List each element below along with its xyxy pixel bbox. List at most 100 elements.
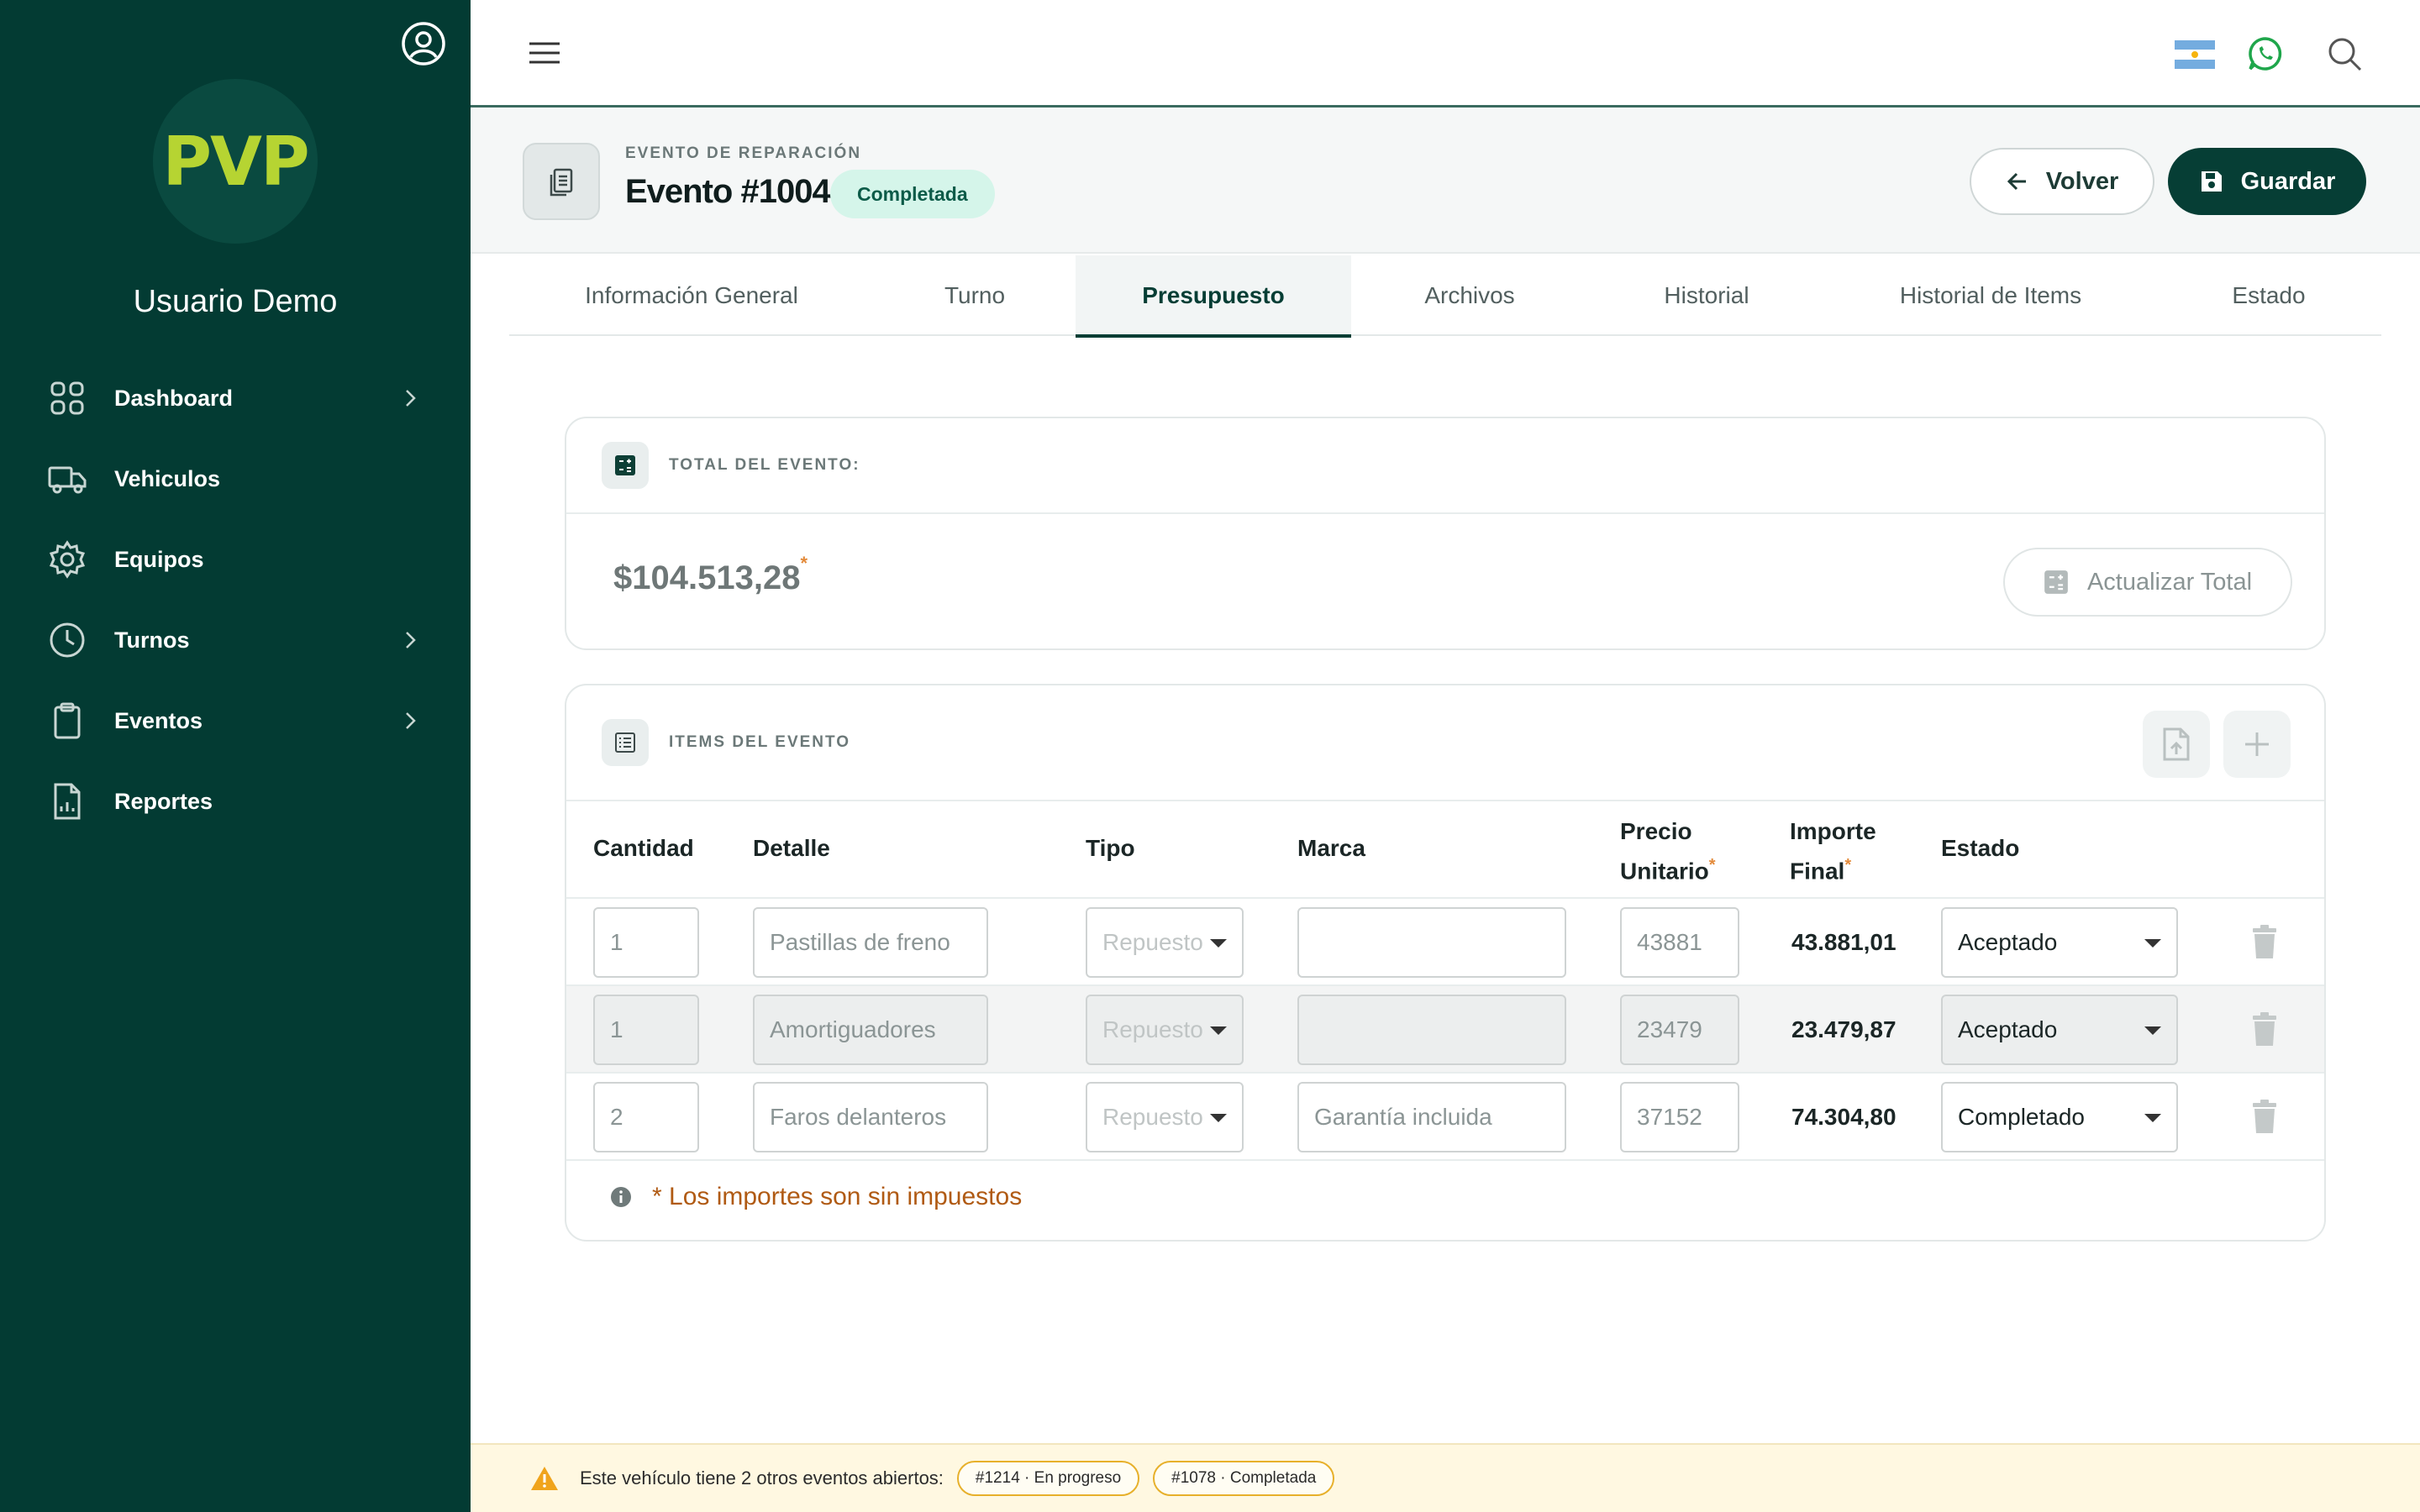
event-header: EVENTO DE REPARACIÓN Evento #1004 Comple…	[471, 109, 2420, 254]
trash-icon[interactable]	[2250, 924, 2279, 959]
column-importe-line2: Final	[1790, 858, 1845, 885]
tab-archivos[interactable]: Archivos	[1351, 255, 1588, 336]
sidebar-item-label: Eventos	[114, 707, 203, 733]
event-kicker: EVENTO DE REPARACIÓN	[625, 144, 862, 162]
status-select[interactable]: Aceptado	[1941, 907, 2178, 978]
unit-price-input[interactable]: 23479	[1620, 995, 1739, 1065]
truck-icon	[48, 466, 87, 494]
chevron-right-icon	[406, 390, 416, 407]
grid-icon	[50, 381, 84, 415]
brand-input[interactable]: Garantía incluida	[1297, 1082, 1566, 1152]
sidebar-item-vehiculos[interactable]: Vehiculos	[0, 438, 471, 519]
type-select-value: Repuesto	[1102, 1104, 1203, 1130]
quantity-input[interactable]: 1	[593, 995, 699, 1065]
column-importe-final: Importe Final*	[1790, 815, 1876, 888]
page-title: Evento #1004	[625, 173, 831, 210]
search-icon[interactable]	[2326, 35, 2363, 72]
status-select-value: Aceptado	[1958, 1016, 2058, 1042]
items-card: ITEMS DEL EVENTO Cantidad Detalle Tipo M…	[565, 684, 2326, 1242]
chevron-right-icon	[406, 632, 416, 648]
total-asterisk: *	[800, 553, 808, 574]
open-event-chip[interactable]: #1078 · Completada	[1153, 1461, 1335, 1496]
type-select-value: Repuesto	[1102, 1016, 1203, 1042]
type-select[interactable]: Repuesto	[1086, 1082, 1244, 1152]
status-select-value: Aceptado	[1958, 929, 2058, 955]
column-precio-line2: Unitario	[1620, 858, 1709, 885]
list-icon	[602, 719, 649, 766]
clipboard-copy-icon	[523, 143, 600, 220]
type-select[interactable]: Repuesto	[1086, 907, 1244, 978]
type-select[interactable]: Repuesto	[1086, 995, 1244, 1065]
detail-input[interactable]: Amortiguadores	[753, 995, 988, 1065]
hamburger-menu-icon[interactable]	[528, 39, 561, 67]
column-cantidad: Cantidad	[593, 835, 694, 861]
column-tipo: Tipo	[1086, 835, 1135, 861]
quantity-input[interactable]: 1	[593, 907, 699, 978]
tab-historial[interactable]: Historial	[1588, 255, 1825, 336]
status-select[interactable]: Aceptado	[1941, 995, 2178, 1065]
tax-note-text: * Los importes son sin impuestos	[652, 1183, 1023, 1210]
upload-file-button[interactable]	[2143, 711, 2210, 778]
argentina-flag-icon[interactable]	[2175, 40, 2215, 69]
brand-input[interactable]	[1297, 907, 1566, 978]
user-circle-icon[interactable]	[400, 20, 447, 67]
status-select[interactable]: Completado	[1941, 1082, 2178, 1152]
unit-price-input[interactable]: 43881	[1620, 907, 1739, 978]
items-card-title: ITEMS DEL EVENTO	[669, 733, 851, 751]
required-asterisk: *	[1708, 856, 1716, 874]
required-asterisk: *	[1844, 856, 1852, 874]
final-amount: 43.881,01	[1791, 929, 1897, 955]
sidebar-item-label: Vehiculos	[114, 465, 221, 491]
column-precio-line1: Precio	[1620, 818, 1692, 844]
tab-estado[interactable]: Estado	[2156, 255, 2381, 336]
brand-input[interactable]	[1297, 995, 1566, 1065]
update-total-label: Actualizar Total	[2086, 568, 2253, 596]
add-item-button[interactable]	[2223, 711, 2291, 778]
tab-turno[interactable]: Turno	[874, 255, 1076, 336]
sidebar-item-dashboard[interactable]: Dashboard	[0, 358, 471, 438]
gear-icon	[49, 540, 86, 579]
back-button-label: Volver	[2045, 167, 2119, 195]
report-file-icon	[54, 783, 81, 820]
update-total-button[interactable]: Actualizar Total	[2003, 548, 2292, 617]
logo: PVP	[153, 79, 318, 244]
file-upload-icon	[2163, 727, 2190, 761]
sidebar-item-label: Dashboard	[114, 385, 234, 411]
clipboard-icon	[54, 702, 81, 739]
caret-down-icon	[1210, 939, 1227, 948]
save-button[interactable]: Guardar	[2168, 148, 2366, 215]
caret-down-icon	[1210, 1026, 1227, 1035]
column-precio-unitario: Precio Unitario*	[1620, 815, 1716, 888]
warning-icon	[531, 1467, 558, 1490]
trash-icon[interactable]	[2250, 1011, 2279, 1047]
sidebar-item-turnos[interactable]: Turnos	[0, 600, 471, 680]
total-amount: $104.513,28*	[613, 553, 808, 597]
items-actions	[2143, 711, 2291, 778]
caret-down-icon	[2144, 1114, 2161, 1122]
detail-input[interactable]: Faros delanteros	[753, 1082, 988, 1152]
sidebar-item-equipos[interactable]: Equipos	[0, 519, 471, 600]
caret-down-icon	[2144, 1026, 2161, 1035]
detail-input[interactable]: Pastillas de freno	[753, 907, 988, 978]
tab-historial-de-items[interactable]: Historial de Items	[1825, 255, 2156, 336]
open-event-chip[interactable]: #1214 · En progreso	[956, 1461, 1140, 1496]
trash-icon[interactable]	[2250, 1099, 2279, 1134]
tab-informacion-general[interactable]: Información General	[509, 255, 874, 336]
chevron-right-icon	[406, 712, 416, 729]
column-estado: Estado	[1941, 835, 2020, 861]
back-button[interactable]: Volver	[1970, 148, 2154, 215]
tab-presupuesto[interactable]: Presupuesto	[1076, 255, 1351, 338]
sidebar-item-eventos[interactable]: Eventos	[0, 680, 471, 761]
type-select-value: Repuesto	[1102, 929, 1203, 955]
quantity-input[interactable]: 2	[593, 1082, 699, 1152]
sidebar-item-reportes[interactable]: Reportes	[0, 761, 471, 842]
tab-bar: Información General Turno Presupuesto Ar…	[509, 255, 2381, 338]
top-bar	[471, 0, 2420, 108]
sidebar-item-label: Reportes	[114, 788, 213, 814]
sidebar-item-label: Turnos	[114, 627, 190, 653]
floppy-disk-icon	[2201, 171, 2222, 192]
whatsapp-icon[interactable]	[2247, 35, 2284, 72]
total-card-header: TOTAL DEL EVENTO:	[566, 418, 2324, 514]
unit-price-input[interactable]: 37152	[1620, 1082, 1739, 1152]
total-card: TOTAL DEL EVENTO: $104.513,28* Actualiza…	[565, 417, 2326, 650]
